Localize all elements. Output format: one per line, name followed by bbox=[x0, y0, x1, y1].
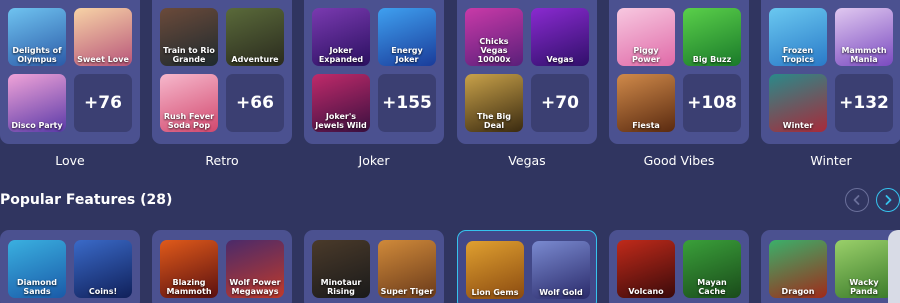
game-thumbnail[interactable]: Train to Rio Grande bbox=[160, 8, 218, 66]
collection-label[interactable]: Joker bbox=[304, 153, 444, 168]
game-thumbnail[interactable]: The Big Deal bbox=[465, 74, 523, 132]
game-thumbnail[interactable]: Blazing Mammoth bbox=[160, 240, 218, 298]
collection-card[interactable]: Joker Expanded Energy Joker Joker's Jewe… bbox=[304, 0, 444, 144]
collection-card[interactable]: Frozen Tropics Mammoth Mania Winter +132 bbox=[761, 0, 900, 144]
side-panel-edge bbox=[888, 230, 900, 303]
game-thumbnail[interactable]: Joker's Jewels Wild bbox=[312, 74, 370, 132]
feature-group[interactable]: Minotaur Rising Super Tiger bbox=[304, 230, 444, 303]
more-games-count[interactable]: +76 bbox=[74, 74, 132, 132]
section-title: Popular Features (28) bbox=[0, 192, 173, 208]
game-thumbnail[interactable]: Chicks Vegas 10000x bbox=[465, 8, 523, 66]
more-games-count[interactable]: +66 bbox=[226, 74, 284, 132]
game-thumbnail[interactable]: Diamond Sands bbox=[8, 240, 66, 298]
carousel-next-button[interactable] bbox=[876, 188, 900, 212]
game-thumbnail[interactable]: Adventure bbox=[226, 8, 284, 66]
game-thumbnail[interactable]: Fiesta bbox=[617, 74, 675, 132]
collection-card[interactable]: Piggy Power Big Buzz Fiesta +108 bbox=[609, 0, 749, 144]
game-thumbnail[interactable]: Vegas bbox=[531, 8, 589, 66]
game-thumbnail[interactable]: Disco Party bbox=[8, 74, 66, 132]
collection-card[interactable]: Delights of Olympus Sweet Love Disco Par… bbox=[0, 0, 140, 144]
more-games-count[interactable]: +132 bbox=[835, 74, 893, 132]
feature-group-selected[interactable]: Lion Gems Wolf Gold bbox=[457, 230, 597, 303]
feature-group[interactable]: Diamond Sands Coins! bbox=[0, 230, 140, 303]
feature-group[interactable]: Dragon Wacky Panda bbox=[761, 230, 900, 303]
collection-card[interactable]: Chicks Vegas 10000x Vegas The Big Deal +… bbox=[457, 0, 597, 144]
game-thumbnail[interactable]: Dragon bbox=[769, 240, 827, 298]
collection-card[interactable]: Train to Rio Grande Adventure Rush Fever… bbox=[152, 0, 292, 144]
feature-group[interactable]: Blazing Mammoth Wolf Power Megaways bbox=[152, 230, 292, 303]
more-games-count[interactable]: +108 bbox=[683, 74, 741, 132]
chevron-right-icon bbox=[885, 195, 892, 205]
game-thumbnail[interactable]: Big Buzz bbox=[683, 8, 741, 66]
collection-label[interactable]: Vegas bbox=[457, 153, 597, 168]
game-thumbnail[interactable]: Wolf Gold bbox=[532, 241, 590, 299]
game-thumbnail[interactable]: Delights of Olympus bbox=[8, 8, 66, 66]
feature-card[interactable]: Volcano Mayan Cache bbox=[609, 230, 749, 303]
game-thumbnail[interactable]: Wolf Power Megaways bbox=[226, 240, 284, 298]
game-thumbnail[interactable]: Coins! bbox=[74, 240, 132, 298]
more-games-count[interactable]: +155 bbox=[378, 74, 436, 132]
feature-card[interactable]: Minotaur Rising Super Tiger bbox=[304, 230, 444, 303]
feature-card[interactable]: Blazing Mammoth Wolf Power Megaways bbox=[152, 230, 292, 303]
feature-card[interactable]: Diamond Sands Coins! bbox=[0, 230, 140, 303]
game-thumbnail[interactable]: Winter bbox=[769, 74, 827, 132]
feature-group[interactable]: Volcano Mayan Cache bbox=[609, 230, 749, 303]
game-thumbnail[interactable]: Sweet Love bbox=[74, 8, 132, 66]
game-thumbnail[interactable]: Mammoth Mania bbox=[835, 8, 893, 66]
game-thumbnail[interactable]: Piggy Power bbox=[617, 8, 675, 66]
game-thumbnail[interactable]: Super Tiger bbox=[378, 240, 436, 298]
more-games-count[interactable]: +70 bbox=[531, 74, 589, 132]
game-thumbnail[interactable]: Rush Fever Soda Pop bbox=[160, 74, 218, 132]
game-thumbnail[interactable]: Energy Joker bbox=[378, 8, 436, 66]
game-thumbnail[interactable]: Volcano bbox=[617, 240, 675, 298]
collection-label[interactable]: Love bbox=[0, 153, 140, 168]
game-thumbnail[interactable]: Wacky Panda bbox=[835, 240, 893, 298]
collection-label[interactable]: Retro bbox=[152, 153, 292, 168]
carousel-prev-button[interactable] bbox=[845, 188, 869, 212]
feature-card[interactable]: Dragon Wacky Panda bbox=[761, 230, 900, 303]
game-thumbnail[interactable]: Mayan Cache bbox=[683, 240, 741, 298]
game-thumbnail[interactable]: Frozen Tropics bbox=[769, 8, 827, 66]
collections-row: Delights of Olympus Sweet Love Disco Par… bbox=[0, 0, 900, 180]
game-thumbnail[interactable]: Minotaur Rising bbox=[312, 240, 370, 298]
popular-features-row: Diamond Sands Coins! Blazing Mammoth Wol… bbox=[0, 230, 900, 303]
game-thumbnail[interactable]: Lion Gems bbox=[466, 241, 524, 299]
chevron-left-icon bbox=[853, 195, 860, 205]
collection-label[interactable]: Good Vibes bbox=[609, 153, 749, 168]
game-thumbnail[interactable]: Joker Expanded bbox=[312, 8, 370, 66]
collection-label[interactable]: Winter bbox=[761, 153, 900, 168]
feature-card[interactable]: Lion Gems Wolf Gold bbox=[457, 230, 597, 303]
